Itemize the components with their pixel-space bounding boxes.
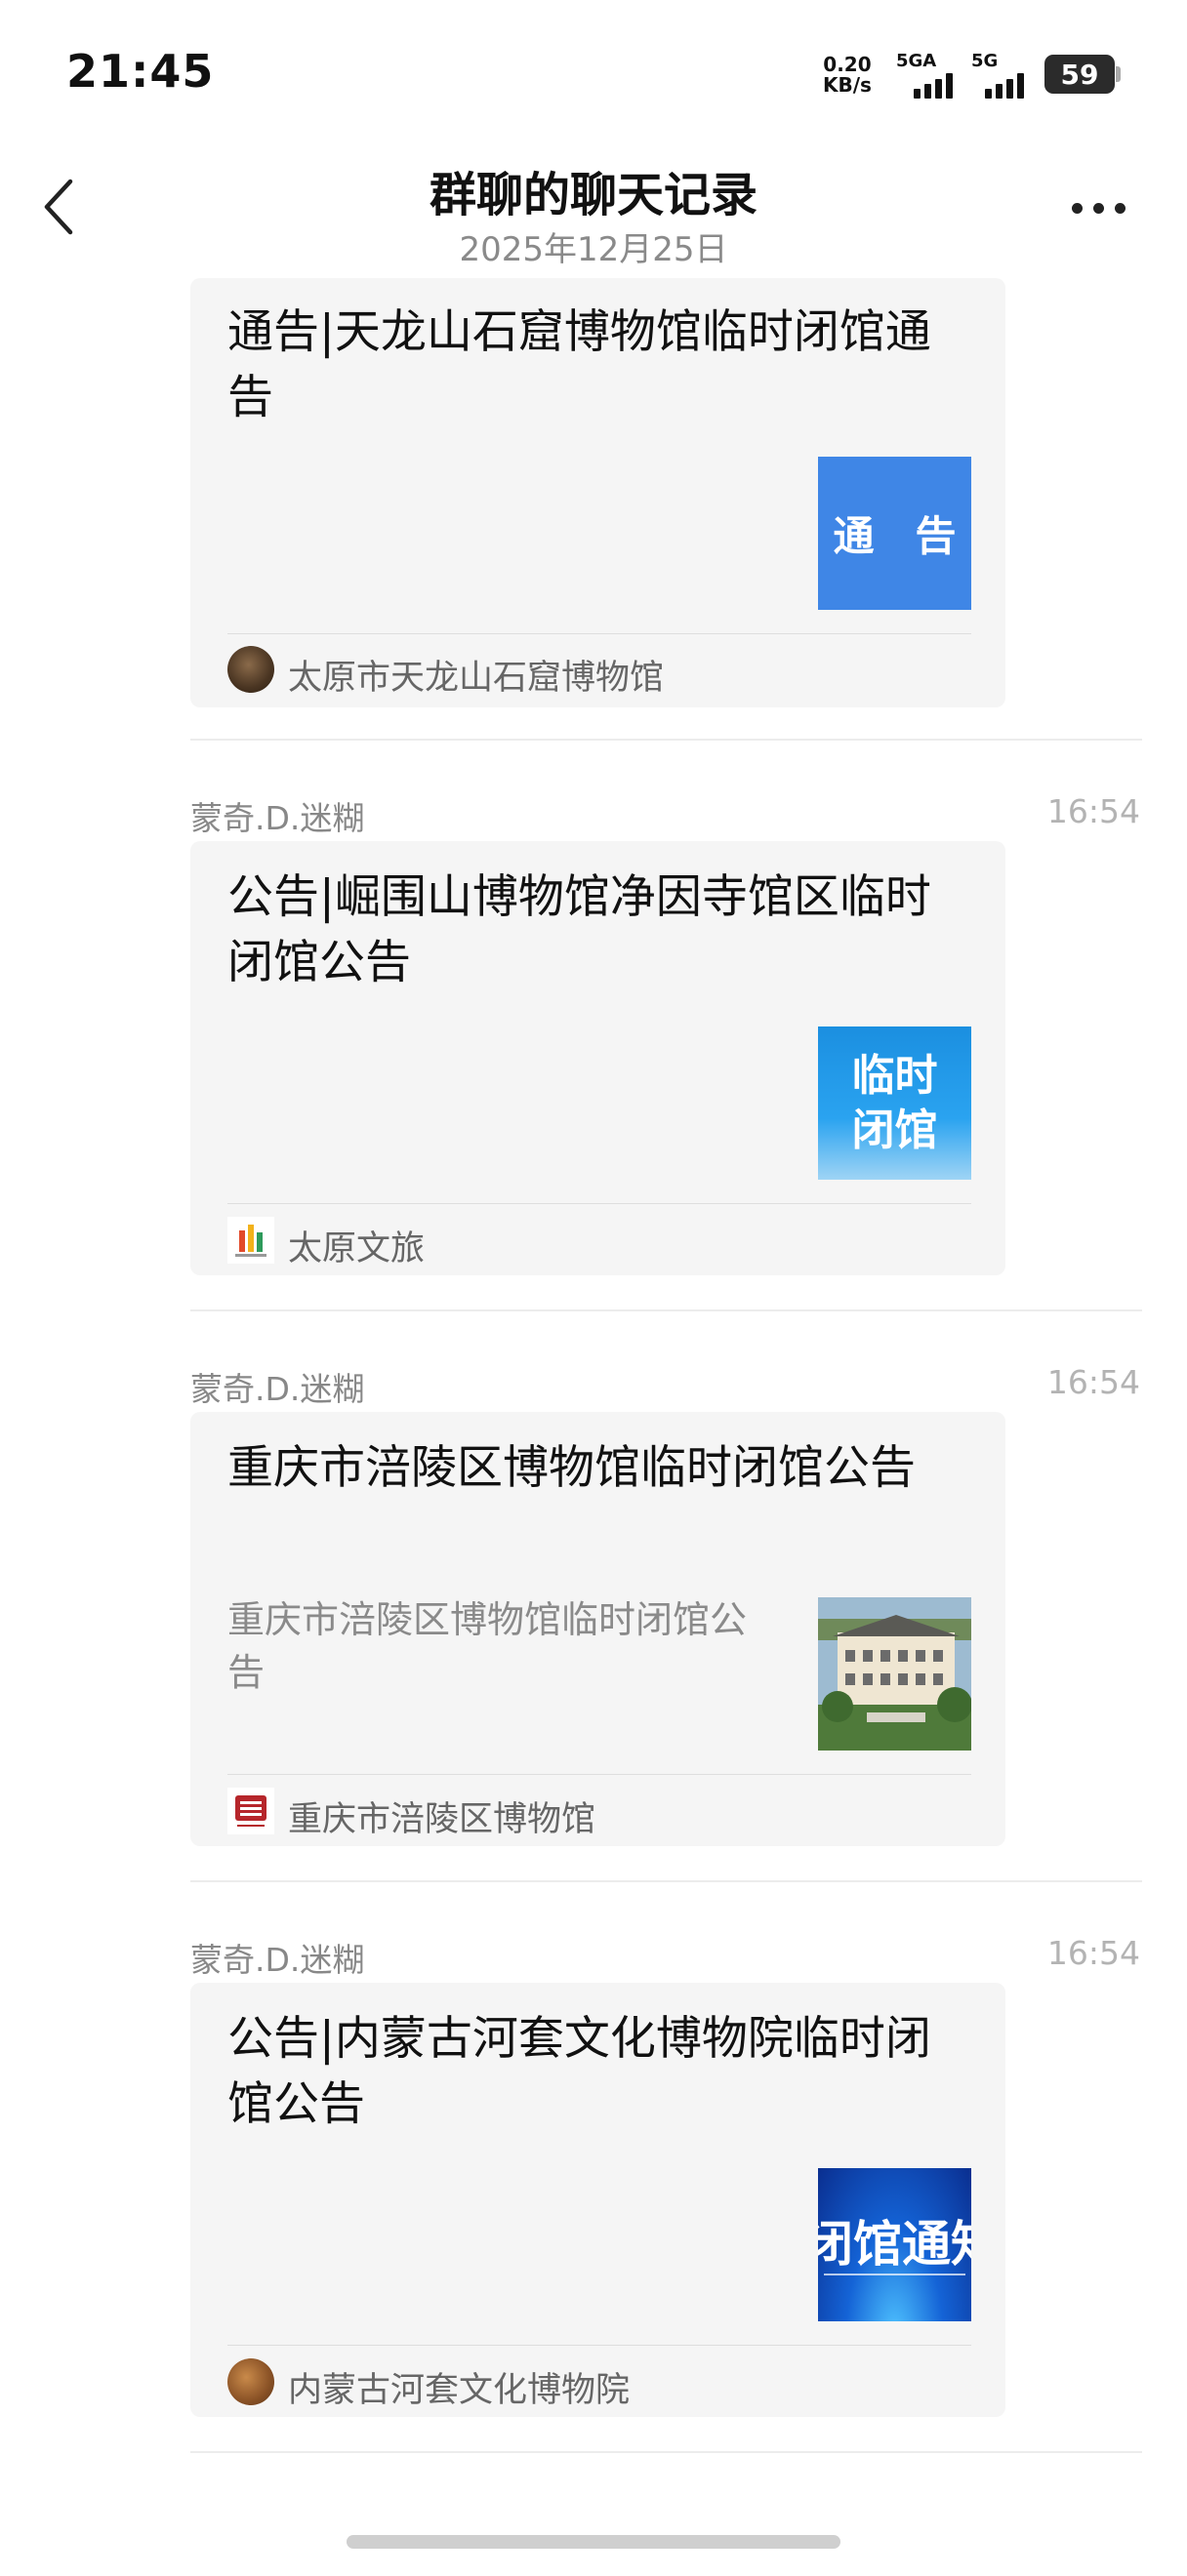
source-name: 太原文旅 [288, 1229, 426, 1268]
source-logo-icon [227, 1217, 274, 1264]
article-description: 重庆市涪陵区博物馆临时闭馆公告 [227, 1598, 748, 1694]
source-avatar-icon [227, 2358, 274, 2405]
page-title: 群聊的聊天记录 [429, 168, 757, 222]
battery-icon: 59 [1044, 55, 1115, 94]
thumbnail-line [824, 2274, 965, 2275]
message-divider [190, 1880, 1142, 1882]
network-type-5ga: 5GA [896, 51, 937, 71]
network-speed: 0.20 KB/s [823, 55, 872, 96]
thumbnail-text: 通 告 [833, 512, 957, 560]
article-title: 重庆市涪陵区博物馆临时闭馆公告 [227, 1441, 916, 1495]
thumbnail-line-2: 闭馆 [851, 1105, 938, 1155]
shared-article-card[interactable]: 通告|天龙山石窟博物馆临时闭馆通告 通 告 太原市天龙山石窟博物馆 [190, 278, 1005, 707]
article-thumbnail: 闭馆通知 [818, 2168, 971, 2321]
message-divider [190, 2451, 1142, 2453]
card-divider [227, 2345, 971, 2346]
network-type-5g: 5G [971, 51, 999, 71]
source-name: 太原市天龙山石窟博物馆 [288, 659, 665, 698]
signal-bars-icon [985, 73, 1024, 99]
message-divider [190, 739, 1142, 741]
shared-article-card[interactable]: 公告|内蒙古河套文化博物院临时闭馆公告 闭馆通知 内蒙古河套文化博物院 [190, 1983, 1005, 2417]
article-thumbnail: 通 告 [818, 457, 971, 610]
card-divider [227, 1774, 971, 1775]
network-speed-unit: KB/s [823, 73, 872, 97]
signal-bars-icon [914, 73, 953, 99]
network-speed-value: 0.20 [823, 53, 872, 76]
message-divider [190, 1309, 1142, 1311]
shared-article-card[interactable]: 重庆市涪陵区博物馆临时闭馆公告 重庆市涪陵区博物馆临时闭馆公告 重庆市涪陵区博物… [190, 1412, 1005, 1846]
card-divider [227, 633, 971, 634]
sender-name: 蒙奇.D.迷糊 [190, 1941, 365, 1979]
source-name: 重庆市涪陵区博物馆 [288, 1800, 596, 1839]
article-title: 公告|内蒙古河套文化博物院临时闭馆公告 [227, 2012, 931, 2131]
status-time: 21:45 [66, 45, 215, 98]
article-thumbnail [818, 1597, 971, 1751]
article-title: 公告|崛围山博物馆净因寺馆区临时闭馆公告 [227, 870, 931, 989]
signal-5ga: 5GA [896, 51, 953, 99]
source-name: 内蒙古河套文化博物院 [288, 2371, 631, 2410]
message-time: 16:54 [1046, 1363, 1140, 1401]
signal-5g: 5G [971, 51, 1024, 99]
card-divider [227, 1203, 971, 1204]
sender-name: 蒙奇.D.迷糊 [190, 799, 365, 837]
shared-article-card[interactable]: 公告|崛围山博物馆净因寺馆区临时闭馆公告 临时 闭馆 太原文旅 [190, 841, 1005, 1275]
museum-photo-icon [818, 1597, 971, 1751]
battery-tip [1116, 66, 1121, 82]
source-logo-icon [227, 1788, 274, 1834]
message-time: 16:54 [1046, 1934, 1140, 1972]
more-options-icon[interactable] [1072, 191, 1140, 224]
battery-level: 59 [1060, 58, 1099, 91]
thumbnail-text: 闭馆通知 [818, 2216, 971, 2273]
home-indicator[interactable] [347, 2535, 840, 2549]
thumbnail-line-1: 临时 [851, 1050, 938, 1101]
sender-name: 蒙奇.D.迷糊 [190, 1370, 365, 1408]
message-time: 16:54 [1046, 792, 1140, 830]
page-date: 2025年12月25日 [459, 230, 728, 269]
source-avatar-icon [227, 646, 274, 693]
article-thumbnail: 临时 闭馆 [818, 1026, 971, 1180]
article-title: 通告|天龙山石窟博物馆临时闭馆通告 [227, 305, 931, 424]
